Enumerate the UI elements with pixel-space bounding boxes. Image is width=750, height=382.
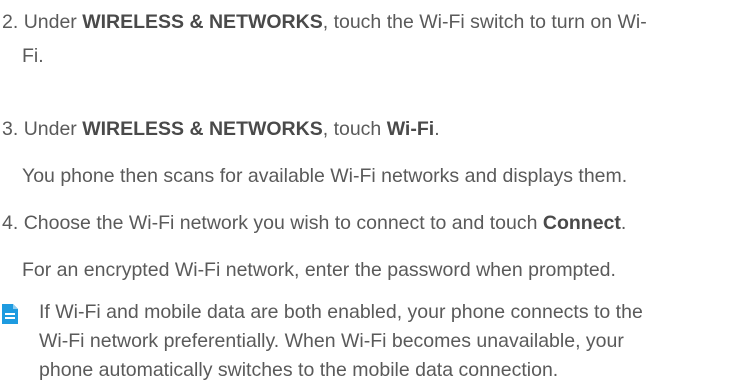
step-3-number: 3. [2,118,19,140]
step-4-number: 4. [2,212,19,234]
note-line-1: If Wi-Fi and mobile data are both enable… [39,301,643,323]
note-line-3: phone automatically switches to the mobi… [39,359,559,381]
step-4-text-pre: Choose the Wi-Fi network you wish to con… [23,212,543,234]
step-3-text-pre: Under [23,118,83,140]
step-4-line: 4. Choose the Wi-Fi network you wish to … [2,212,626,235]
step-3-bold-wifi: Wi-Fi [386,118,435,140]
step-3-text-mid: , touch [322,118,387,140]
note-icon [2,304,18,324]
step-2-text-pre: Under [23,11,83,33]
step-2-line-1: 2. Under WIRELESS & NETWORKS, touch the … [2,11,647,34]
step-4-text-post: . [620,212,627,234]
step-2-line-2: Fi. [22,45,44,67]
step-3-line: 3. Under WIRELESS & NETWORKS, touch Wi-F… [2,118,440,141]
step-4-bold-connect: Connect [542,212,621,234]
step-3-text-post: . [434,118,440,140]
step-3-note: You phone then scans for available Wi-Fi… [22,165,628,187]
step-3-bold-wireless: WIRELESS & NETWORKS [82,118,323,140]
step-2-text-post: , touch the Wi-Fi switch to turn on Wi- [322,11,647,33]
step-4-note: For an encrypted Wi-Fi network, enter th… [22,259,616,281]
step-2-bold-wireless: WIRELESS & NETWORKS [82,11,323,33]
note-line-2: Wi-Fi network preferentially. When Wi-Fi… [39,330,624,352]
step-2-number: 2. [2,11,19,33]
